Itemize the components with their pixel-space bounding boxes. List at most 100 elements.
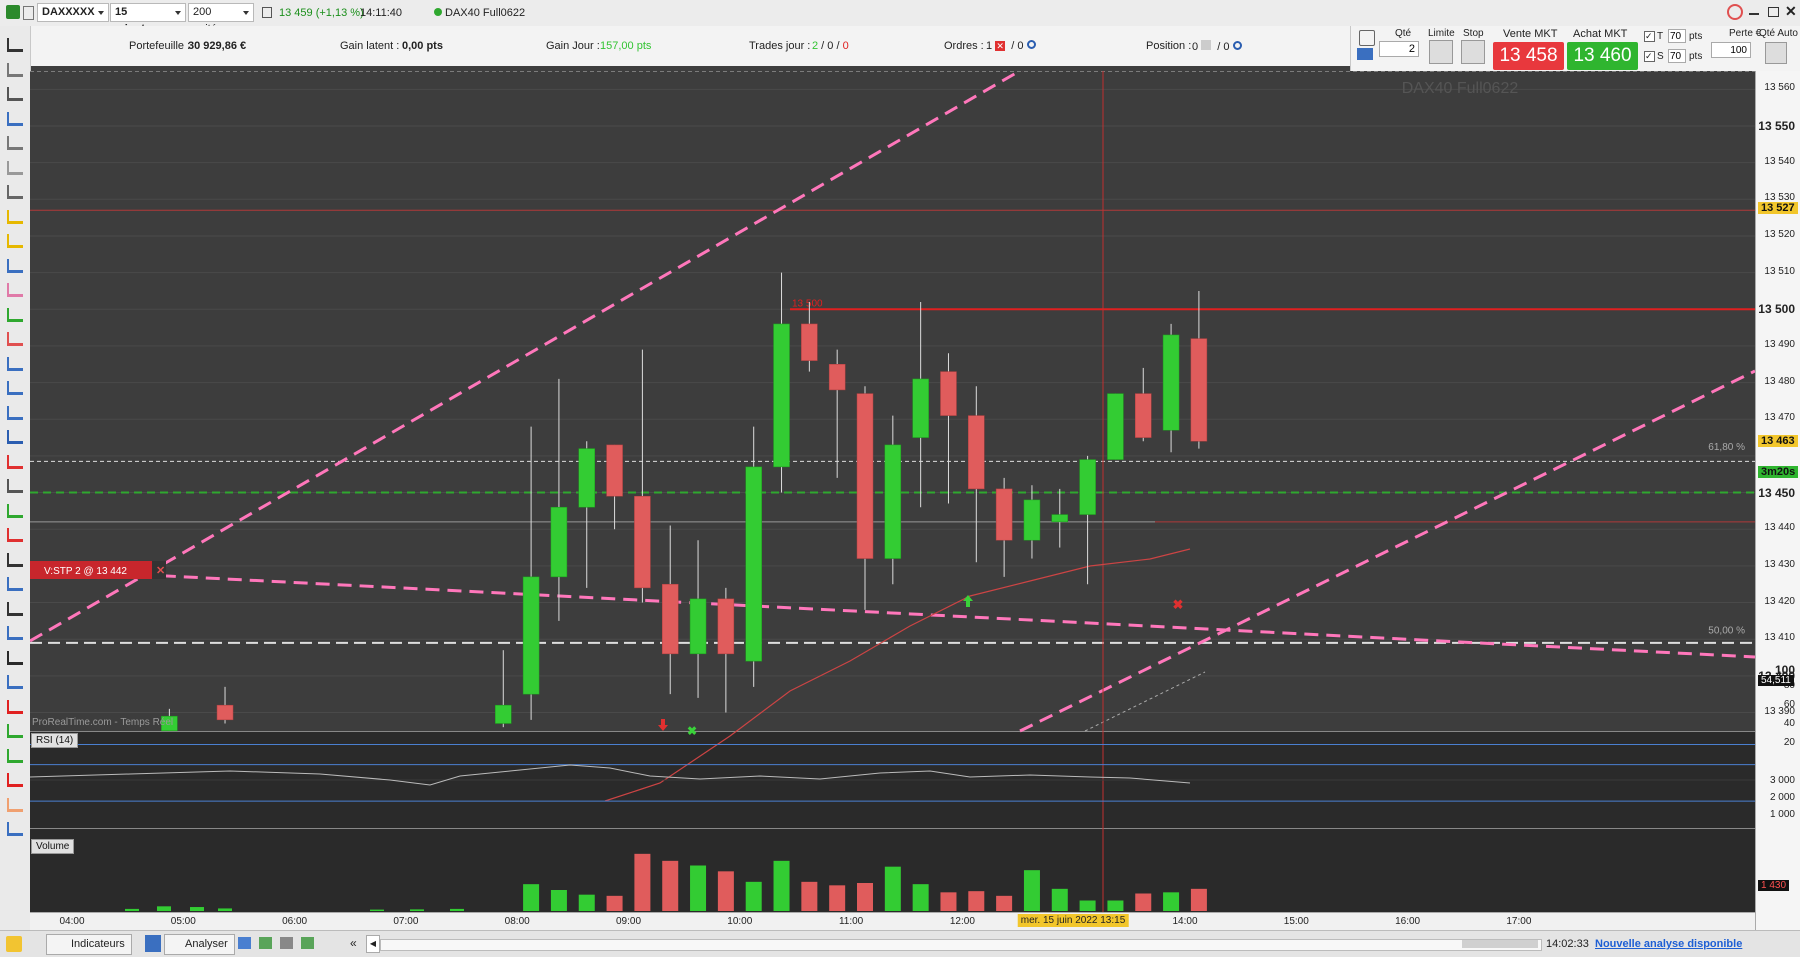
pitchfork-tool-icon[interactable] xyxy=(7,626,23,640)
volume-bar[interactable] xyxy=(1079,900,1096,912)
candle[interactable] xyxy=(1051,514,1069,523)
candle[interactable] xyxy=(1079,459,1096,515)
candle[interactable] xyxy=(1107,393,1124,460)
volume-bar[interactable] xyxy=(125,908,139,911)
volume-bar[interactable] xyxy=(829,885,846,911)
t-checkbox[interactable]: ✓ xyxy=(1644,31,1655,42)
wrench-icon[interactable] xyxy=(1359,30,1375,46)
keyboard-icon[interactable] xyxy=(1357,48,1373,60)
volume-bar[interactable] xyxy=(218,908,232,911)
candle[interactable] xyxy=(522,576,540,695)
stop-order-close-icon[interactable]: ✕ xyxy=(156,565,165,577)
triangle-tool-icon[interactable] xyxy=(7,822,23,836)
candle[interactable] xyxy=(995,488,1013,541)
bell-tool-icon[interactable] xyxy=(7,234,23,248)
volume-bar[interactable] xyxy=(157,906,171,911)
red-hline-tool-icon[interactable] xyxy=(7,528,23,542)
alert-tool-icon[interactable] xyxy=(7,209,23,224)
up-arrow-tool-icon[interactable] xyxy=(7,699,23,714)
candle[interactable] xyxy=(968,415,985,490)
rectangle-tool-icon[interactable] xyxy=(7,332,23,346)
analyse-button[interactable]: Analyser xyxy=(164,934,235,955)
volume-bar[interactable] xyxy=(1107,900,1124,912)
tool-a-icon[interactable] xyxy=(238,937,251,949)
cancel-orders-icon[interactable]: ✕ xyxy=(995,41,1006,51)
candle[interactable] xyxy=(495,704,512,724)
level-tool-icon[interactable] xyxy=(7,577,23,591)
rsi-label[interactable]: RSI (14) xyxy=(31,733,79,748)
check-tool-icon[interactable] xyxy=(7,724,23,738)
volume-bar[interactable] xyxy=(1051,888,1068,911)
volume-bar[interactable] xyxy=(745,881,762,911)
volume-bar[interactable] xyxy=(410,909,424,911)
channel-tool-icon[interactable] xyxy=(7,356,23,371)
horizontal-scrollbar[interactable] xyxy=(380,939,1542,951)
volume-bar[interactable] xyxy=(634,853,651,911)
candle[interactable] xyxy=(216,704,234,721)
volume-bar[interactable] xyxy=(1163,892,1180,911)
chart-area[interactable]: 13 500 23,60 % 61,80 % 50,00 % ✖ ✖ V:STP 2 @ 1… xyxy=(30,71,1755,913)
instrument-select[interactable]: DAXXXXX xyxy=(37,3,109,22)
line-tool-icon[interactable] xyxy=(7,405,23,420)
candle[interactable] xyxy=(689,598,707,655)
new-analysis-link[interactable]: Nouvelle analyse disponible xyxy=(1595,938,1742,950)
volume-bar[interactable] xyxy=(968,891,985,911)
candle[interactable] xyxy=(578,448,595,508)
pencil-tool-icon[interactable] xyxy=(7,38,23,52)
exit-cross-icon[interactable]: ✖ xyxy=(687,724,697,738)
candle[interactable] xyxy=(1162,334,1180,431)
scroll-left-icon[interactable]: ◀ xyxy=(366,935,380,953)
scrollbar-thumb[interactable] xyxy=(1462,940,1538,948)
indicators-button[interactable]: Indicateurs xyxy=(46,934,132,955)
volume-bar[interactable] xyxy=(450,908,464,911)
t-points-input[interactable] xyxy=(1668,29,1686,43)
copy-tool-icon[interactable] xyxy=(7,136,23,150)
red-line-tool-icon[interactable] xyxy=(7,454,23,469)
autoqty-button[interactable] xyxy=(1765,42,1787,64)
price-panel[interactable] xyxy=(30,71,1755,731)
segment-tool-icon[interactable] xyxy=(7,307,23,322)
columns-icon[interactable] xyxy=(262,7,272,18)
volume-bar[interactable] xyxy=(1023,870,1040,911)
candle[interactable] xyxy=(1190,338,1208,442)
cursor-tool-icon[interactable] xyxy=(7,62,23,77)
s-points-input[interactable] xyxy=(1668,49,1686,63)
candle[interactable] xyxy=(550,506,568,578)
down-arrow-tool-icon[interactable] xyxy=(7,675,23,689)
share-icon[interactable] xyxy=(145,935,161,952)
candle[interactable] xyxy=(940,371,957,416)
tool-c-icon[interactable] xyxy=(280,937,293,949)
move-tool-icon[interactable] xyxy=(7,111,23,126)
candle[interactable] xyxy=(1135,393,1152,438)
candle[interactable] xyxy=(634,495,651,589)
close-icon[interactable]: ✕ xyxy=(1785,3,1797,20)
candle[interactable] xyxy=(661,583,679,655)
volume-bar[interactable] xyxy=(912,884,929,911)
loss-input[interactable] xyxy=(1711,42,1751,58)
volume-bar[interactable] xyxy=(996,895,1013,911)
fib-tool-icon[interactable] xyxy=(7,381,23,395)
tool-d-icon[interactable] xyxy=(301,937,314,949)
price-axis[interactable]: 13 560 13 550 13 540 13 530 13 520 13 510 13 5… xyxy=(1755,71,1800,931)
buy-market-button[interactable]: 13 460 xyxy=(1567,42,1638,70)
ray-tool-icon[interactable] xyxy=(7,430,23,444)
candle[interactable] xyxy=(1023,499,1041,541)
ruler-tool-icon[interactable] xyxy=(7,258,23,273)
minimize-icon[interactable] xyxy=(1749,13,1759,15)
candle[interactable] xyxy=(606,444,623,497)
stop-order-button[interactable] xyxy=(1461,40,1485,64)
volume-label[interactable]: Volume xyxy=(31,839,75,854)
volume-bar[interactable] xyxy=(940,892,957,911)
vline-tool-icon[interactable] xyxy=(7,552,23,567)
s-checkbox[interactable]: ✓ xyxy=(1644,51,1655,62)
hline-tool-icon[interactable] xyxy=(7,503,23,518)
candle[interactable] xyxy=(856,393,874,559)
marker-tool-icon[interactable] xyxy=(7,283,23,297)
limit-order-button[interactable] xyxy=(1429,40,1453,64)
position-close-icon[interactable] xyxy=(1201,40,1212,50)
volume-bar[interactable] xyxy=(523,884,540,911)
sell-market-button[interactable]: 13 458 xyxy=(1493,42,1564,70)
pencil-icon[interactable] xyxy=(6,936,22,952)
units-select[interactable]: 200 unités xyxy=(188,3,254,35)
candle[interactable] xyxy=(884,444,902,559)
